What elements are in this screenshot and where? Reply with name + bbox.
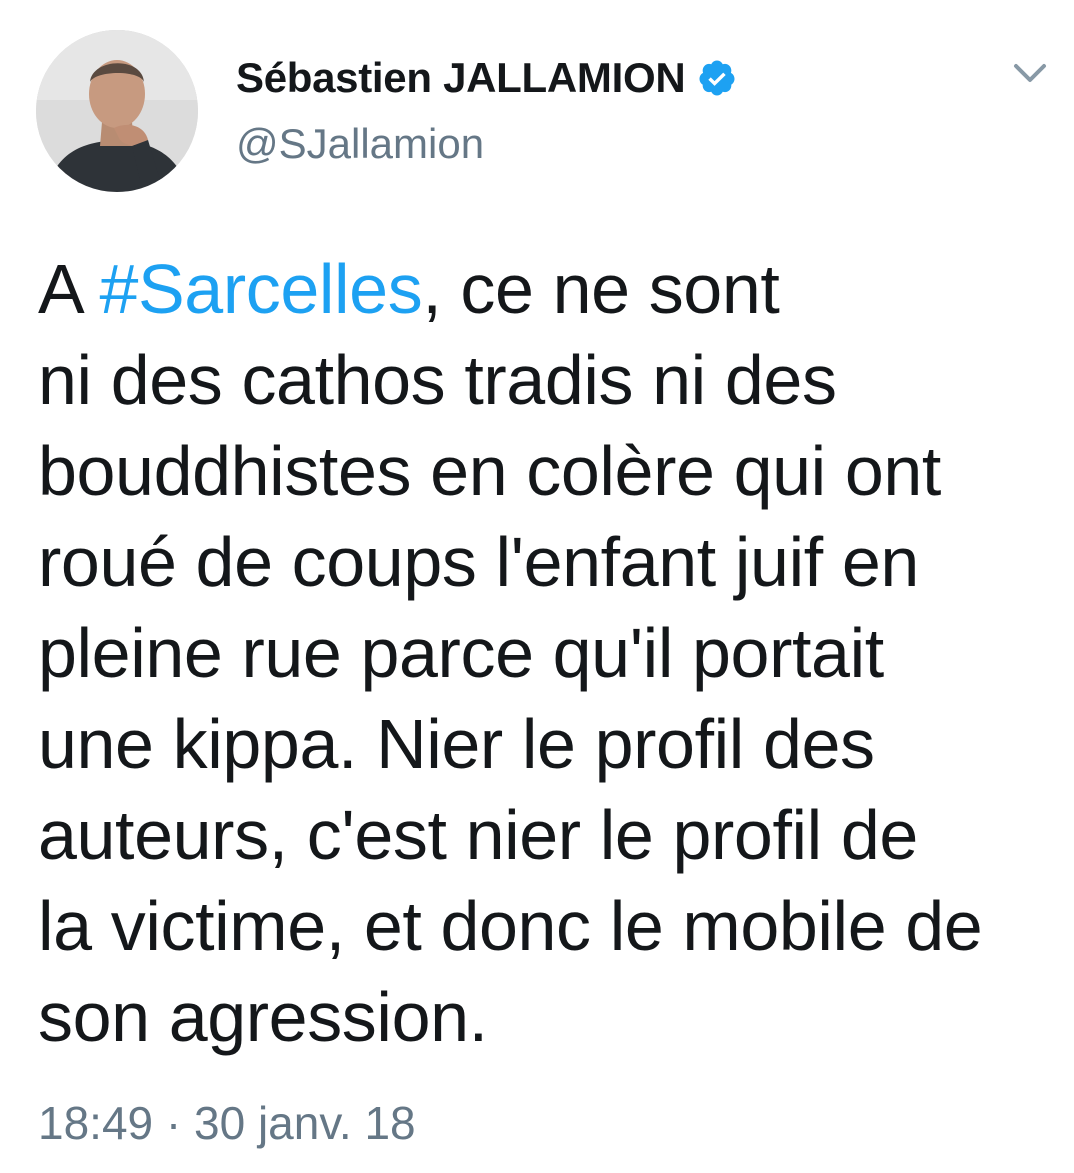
tweet-line: ni des cathos tradis ni des <box>38 341 837 419</box>
tweet-line: bouddhistes en colère qui ont <box>38 432 941 510</box>
chevron-down-icon[interactable] <box>1010 58 1050 88</box>
tweet-text: A #Sarcelles, ce ne sont ni des cathos t… <box>38 244 1048 1063</box>
tweet-line: roué de coups l'enfant juif en <box>38 523 919 601</box>
tweet-line: A #Sarcelles, ce ne sont <box>38 244 1048 335</box>
tweet-line: la victime, et donc le mobile de <box>38 887 983 965</box>
hashtag-link[interactable]: #Sarcelles <box>99 250 422 328</box>
avatar[interactable] <box>36 30 198 192</box>
author-handle[interactable]: @SJallamion <box>236 120 484 168</box>
verified-badge-icon <box>697 58 737 98</box>
tweet-text-segment: A <box>38 250 100 328</box>
tweet-line: pleine rue parce qu'il portait <box>38 614 884 692</box>
author-header[interactable]: Sébastien JALLAMION <box>236 52 737 104</box>
display-name[interactable]: Sébastien JALLAMION <box>236 54 686 102</box>
profile-photo-icon <box>36 30 198 192</box>
tweet-timestamp[interactable]: 18:49 · 30 janv. 18 <box>38 1096 416 1150</box>
tweet-text-segment: , ce ne sont <box>422 250 780 328</box>
tweet-line: auteurs, c'est nier le profil de <box>38 796 918 874</box>
tweet-card: Sébastien JALLAMION @SJallamion A #Sarce… <box>0 0 1074 1173</box>
tweet-line: son agression. <box>38 978 488 1056</box>
tweet-line: une kippa. Nier le profil des <box>38 705 875 783</box>
